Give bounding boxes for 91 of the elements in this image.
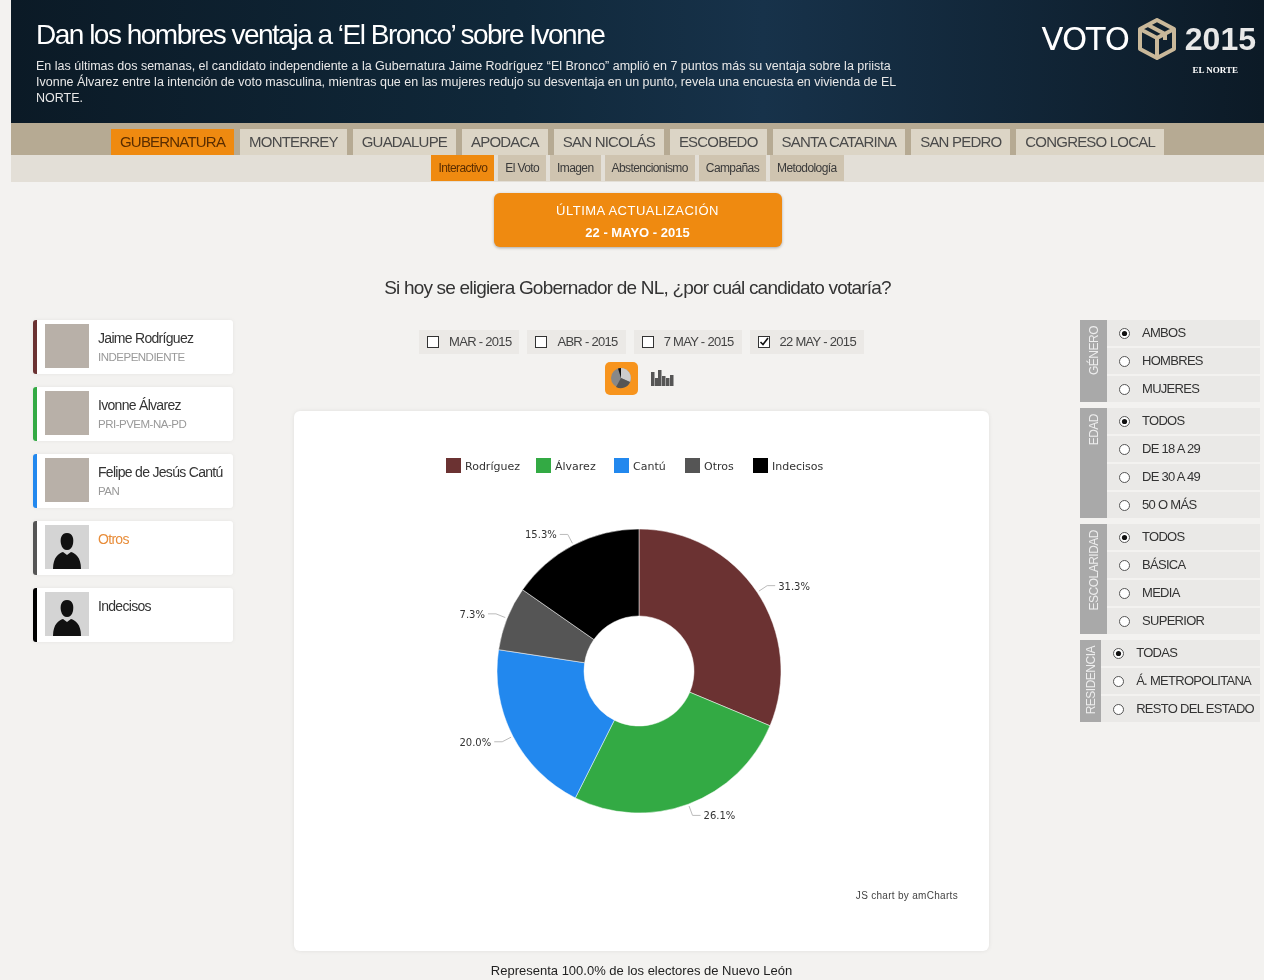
value-label: 26.1% [703, 809, 736, 821]
filter-option[interactable]: MUJERES [1107, 376, 1260, 402]
logo-year: 2015 [1184, 23, 1256, 55]
chart-credit[interactable]: JS chart by amCharts [855, 887, 958, 903]
date-label: 22 MAY - 2015 [779, 333, 856, 351]
subnav-tab[interactable]: Interactivo [431, 154, 495, 181]
candidate-card[interactable]: Jaime Rodríguez INDEPENDIENTE [33, 320, 233, 374]
legend-label: Cantú [633, 459, 666, 473]
subnav-tab[interactable]: El Voto [498, 154, 547, 181]
candidate-card[interactable]: Felipe de Jesús Cantú PAN [33, 454, 233, 508]
nav-tab[interactable]: GUBERNATURA [111, 128, 235, 155]
legend-label: Rodríguez [465, 459, 520, 473]
candidate-name: Ivonne Álvarez [98, 396, 182, 415]
person-silhouette-icon [45, 525, 89, 569]
donut-slice[interactable] [496, 648, 615, 798]
photo-placeholder [45, 458, 89, 502]
filter-option[interactable]: TODOS [1107, 524, 1260, 550]
subnav-tab[interactable]: Abstencionismo [604, 154, 695, 181]
nav-tab[interactable]: ESCOBEDO [669, 128, 767, 155]
filter-option[interactable]: TODOS [1107, 408, 1260, 434]
filter-option[interactable]: DE 30 A 49 [1107, 464, 1260, 490]
brand-name: EL NORTE [1192, 64, 1238, 77]
subnav-tab[interactable]: Metodología [770, 154, 844, 181]
date-checkbox[interactable]: 22 MAY - 2015 [749, 330, 864, 354]
leader-line [559, 533, 573, 544]
filter-group-label: EDAD [1085, 414, 1102, 446]
filter-option[interactable]: Á. METROPOLITANA [1101, 668, 1260, 694]
logo-word: VOTO [1041, 23, 1129, 55]
question-text: Si hoy se eligiera Gobernador de NL, ¿por cuál candidato votaría? [383, 275, 892, 300]
donut-slice[interactable] [575, 691, 771, 813]
pie-chart-icon [610, 367, 632, 389]
value-label: 31.3% [778, 580, 810, 592]
legend-label: Otros [704, 459, 734, 473]
date-label: ABR - 2015 [557, 333, 618, 351]
filter-option[interactable]: SUPERIOR [1107, 608, 1260, 634]
filter-group-label: RESIDENCIA [1082, 646, 1099, 715]
filter-option[interactable]: HOMBRES [1107, 348, 1260, 374]
filter-group-label: ESCOLARIDAD [1085, 530, 1102, 611]
legend-label: Indecisos [772, 459, 824, 473]
value-label: 7.3% [459, 608, 485, 620]
party-name: INDEPENDIENTE [98, 350, 186, 365]
ballot-box-icon [1136, 18, 1177, 60]
nav-tab[interactable]: APODACA [462, 128, 548, 155]
date-label: MAR - 2015 [449, 333, 512, 351]
update-label: ÚLTIMA ACTUALIZACIÓN [555, 201, 720, 220]
nav-tab[interactable]: MONTERREY [240, 128, 347, 155]
nav-tab[interactable]: SANTA CATARINA [772, 128, 906, 155]
leader-line [688, 805, 702, 816]
filter-option[interactable]: BÁSICA [1107, 552, 1260, 578]
date-checkbox[interactable]: 7 MAY - 2015 [633, 330, 742, 354]
filter-option[interactable]: MEDIA [1107, 580, 1260, 606]
candidate-card[interactable]: Indecisos [33, 588, 233, 642]
filter-option[interactable]: RESTO DEL ESTADO [1101, 696, 1260, 722]
nav-tab[interactable]: GUADALUPE [352, 128, 457, 155]
nav-tab[interactable]: CONGRESO LOCAL [1016, 128, 1164, 155]
legend-label: Álvarez [555, 459, 596, 473]
value-label: 15.3% [525, 528, 557, 540]
headline: Dan los hombres ventaja a ‘El Bronco’ sobre Ivonne [36, 18, 606, 52]
date-label: 7 MAY - 2015 [663, 333, 734, 351]
person-silhouette-icon [45, 592, 89, 636]
donut-slice[interactable] [498, 588, 595, 663]
candidate-name: Jaime Rodríguez [98, 329, 194, 348]
footnote-text: Representa 100.0% de los electores de Nuevo León [490, 961, 793, 980]
candidate-name: Felipe de Jesús Cantú [98, 463, 223, 482]
summary-text: En las últimas dos semanas, el candidato independiente a la Gubernatura Jaime Rodríguez “El Bronco” amplió en 7 puntos más su ventaja sobre la priista Ivonne Álvarez entre la intención de voto masculina, mientras que en las mujeres redujo su desventaja en un punto, revela una encuesta en vivienda de EL NORTE. [36, 57, 897, 106]
filter-option[interactable]: TODAS [1101, 640, 1260, 666]
leader-line [493, 736, 512, 742]
candidate-card[interactable]: Ivonne Álvarez PRI-PVEM-NA-PD [33, 387, 233, 441]
date-checkbox[interactable]: ABR - 2015 [527, 330, 626, 354]
party-name: PRI-PVEM-NA-PD [98, 417, 187, 432]
date-checkbox[interactable]: MAR - 2015 [419, 330, 520, 354]
candidate-name: Otros [98, 530, 129, 549]
filter-option[interactable]: DE 18 A 29 [1107, 436, 1260, 462]
photo-placeholder [45, 391, 89, 435]
party-name: PAN [98, 484, 121, 499]
leader-line [758, 584, 776, 592]
update-date: 22 - MAYO - 2015 [584, 224, 691, 243]
donut-slice[interactable] [522, 528, 640, 640]
nav-tab[interactable]: SAN NICOLÁS [553, 128, 664, 155]
bar-chart-icon [650, 370, 674, 386]
nav-tab[interactable]: SAN PEDRO [911, 128, 1011, 155]
leader-line [487, 612, 506, 618]
subnav-tab[interactable]: Imagen [550, 154, 601, 181]
candidate-name: Indecisos [98, 597, 151, 616]
filter-option[interactable]: 50 O MÁS [1107, 492, 1260, 518]
value-label: 20.0% [459, 736, 492, 748]
filter-option[interactable]: AMBOS [1107, 320, 1260, 346]
pie-chart-button[interactable] [604, 361, 638, 395]
subnav-tab[interactable]: Campañas [698, 154, 767, 181]
photo-placeholder [45, 324, 89, 368]
filter-group-label: GÉNERO [1085, 326, 1102, 375]
